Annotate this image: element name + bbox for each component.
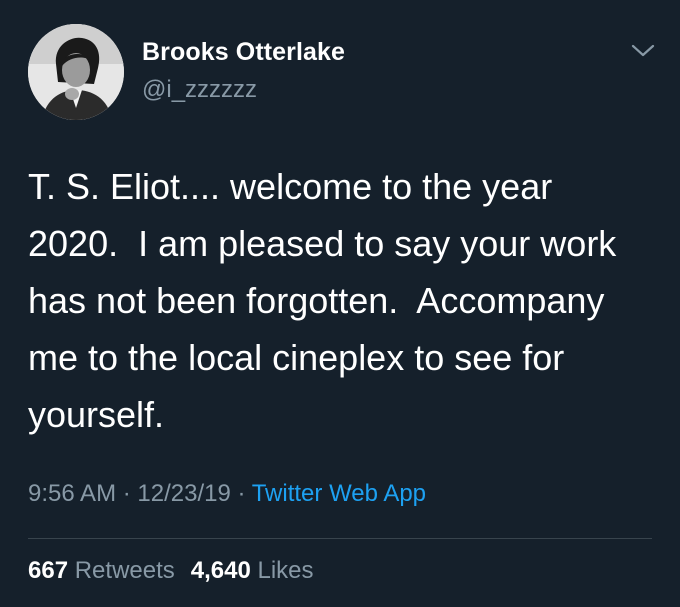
likes-stat[interactable]: 4,640 Likes [191,557,314,584]
chevron-down-icon[interactable] [628,38,658,62]
likes-label: Likes [257,557,314,584]
likes-count: 4,640 [190,557,251,584]
meta-separator: · [116,480,138,507]
avatar[interactable] [28,24,124,120]
tweet-time[interactable]: 9:56 AM [28,480,116,507]
tweet-stats: 667 Retweets 4,640 Likes [28,557,314,585]
divider [28,538,652,539]
retweets-stat[interactable]: 667 Retweets [28,557,175,584]
tweet-metadata: 9:56 AM · 12/23/19 · Twitter Web App [28,480,426,508]
tweet-source-link[interactable]: Twitter Web App [252,480,426,507]
author-display-name[interactable]: Brooks Otterlake [142,38,345,67]
author-handle[interactable]: @i_zzzzzz [142,76,257,104]
retweets-label: Retweets [74,557,175,584]
avatar-photo [28,24,124,120]
tweet-card: Brooks Otterlake @i_zzzzzz T. S. Eliot..… [0,0,680,607]
meta-separator: · [230,480,252,507]
tweet-date[interactable]: 12/23/19 [137,480,230,507]
retweets-count: 667 [28,557,69,584]
tweet-text: T. S. Eliot.... welcome to the year 2020… [28,166,617,435]
